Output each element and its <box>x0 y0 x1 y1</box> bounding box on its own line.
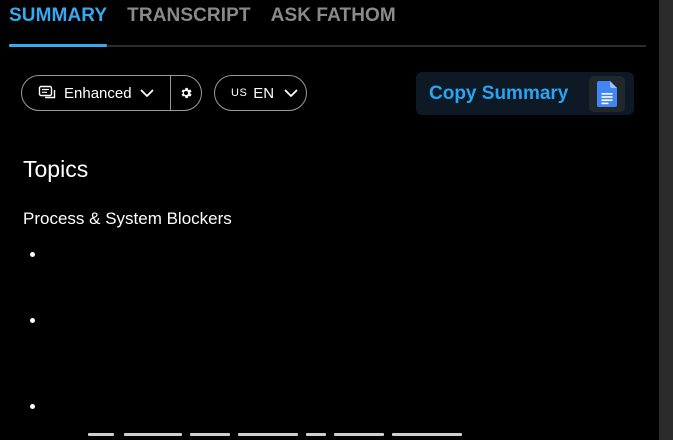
tab-bar: SUMMARY TRANSCRIPT ASK FATHOM <box>9 4 416 28</box>
list-bullet <box>30 318 35 323</box>
tab-ask-fathom[interactable]: ASK FATHOM <box>271 4 396 28</box>
summary-mode-label: Enhanced <box>64 84 132 102</box>
chevron-down-icon <box>284 89 298 98</box>
copy-summary-button[interactable]: Copy Summary <box>416 72 634 115</box>
gear-icon <box>179 86 193 100</box>
panel-edge <box>659 0 673 440</box>
summary-panel: SUMMARY TRANSCRIPT ASK FATHOM Enhanced U… <box>0 0 673 440</box>
tab-summary[interactable]: SUMMARY <box>9 4 107 28</box>
language-code: EN <box>253 84 275 102</box>
topics-heading: Topics <box>23 156 89 182</box>
active-tab-indicator <box>9 44 107 47</box>
summary-mode-icon <box>38 85 56 101</box>
chevron-down-icon <box>140 89 154 98</box>
copy-summary-label: Copy Summary <box>429 83 569 104</box>
summary-settings-button[interactable] <box>171 76 201 110</box>
list-bullet <box>30 252 35 257</box>
section-title: Process & System Blockers <box>23 209 232 228</box>
us-flag-icon: US <box>231 87 248 99</box>
summary-mode-group: Enhanced <box>21 75 202 111</box>
clipped-text-line <box>40 433 490 440</box>
google-docs-icon <box>589 76 625 112</box>
tab-transcript[interactable]: TRANSCRIPT <box>127 4 250 28</box>
list-bullet <box>30 404 35 409</box>
language-dropdown[interactable]: US EN <box>214 75 307 111</box>
summary-mode-dropdown[interactable]: Enhanced <box>22 76 171 110</box>
